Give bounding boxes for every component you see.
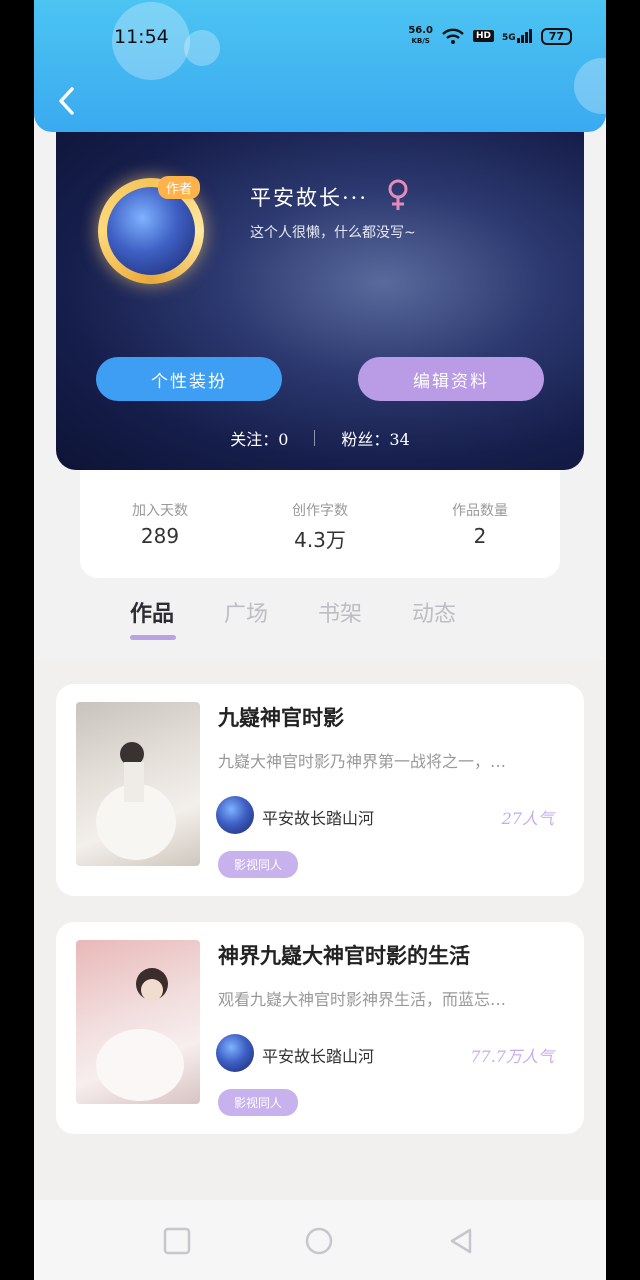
work-description: 九嶷大神官时影乃神界第一战将之一，…	[218, 752, 507, 771]
book-cover	[76, 940, 200, 1104]
work-card[interactable]: 神界九嶷大神官时影的生活 观看九嶷大神官时影神界生活，而蓝忘… 平安故长踏山河 …	[56, 922, 584, 1134]
speed-value: 56.0	[408, 25, 434, 36]
stat-value: 289	[140, 524, 180, 548]
status-icons: 56.0 KB/S HD 5G 77	[408, 26, 572, 46]
decor-bubble	[184, 30, 220, 66]
work-author: 平安故长踏山河	[262, 809, 375, 828]
works-list: 九嶷神官时影 九嶷大神官时影乃神界第一战将之一，… 平安故长踏山河 27人气 影…	[34, 660, 606, 1200]
signal-icon	[516, 29, 532, 43]
stat-join-days: 加入天数 289	[80, 470, 240, 578]
work-title: 九嶷神官时影	[218, 705, 344, 730]
stat-word-count: 创作字数 4.3万	[240, 470, 400, 578]
avatar[interactable]: 作者	[98, 176, 204, 284]
fans-stat[interactable]: 粉丝：34	[341, 426, 409, 450]
home-button[interactable]	[304, 1226, 334, 1256]
work-description: 观看九嶷大神官时影神界生活，而蓝忘…	[218, 990, 507, 1009]
back-button[interactable]	[54, 84, 80, 118]
work-popularity: 27人气	[501, 809, 554, 828]
follow-stats: 关注：0 粉丝：34	[56, 426, 584, 450]
status-time: 11:54	[114, 26, 169, 48]
author-avatar	[216, 796, 254, 834]
stats-card: 加入天数 289 创作字数 4.3万 作品数量 2	[80, 470, 560, 578]
tab-works[interactable]: 作品	[130, 596, 176, 640]
fans-label: 粉丝：	[341, 430, 390, 449]
tab-square[interactable]: 广场	[224, 596, 268, 628]
tab-label: 动态	[412, 602, 457, 627]
personal-dress-button[interactable]: 个性装扮	[96, 357, 282, 401]
tab-label: 书架	[318, 602, 363, 627]
cover-figure-icon	[96, 742, 176, 860]
profile-screen: 11:54 56.0 KB/S HD 5G 77 作者 平安故长··· 这个人很…	[34, 0, 606, 1280]
tab-active-indicator	[130, 635, 176, 640]
battery-icon: 77	[540, 27, 572, 45]
hd-badge: HD	[473, 30, 495, 42]
tab-bar: 作品 广场 书架 动态	[130, 596, 456, 640]
work-genre-tag: 影视同人	[218, 1089, 299, 1116]
speed-unit: KB/S	[411, 37, 430, 45]
stat-value: 2	[473, 524, 487, 548]
work-card[interactable]: 九嶷神官时影 九嶷大神官时影乃神界第一战将之一，… 平安故长踏山河 27人气 影…	[56, 684, 584, 896]
network-speed: 56.0 KB/S	[408, 26, 433, 46]
recent-apps-button[interactable]	[162, 1226, 192, 1256]
fans-count: 34	[389, 430, 410, 449]
work-author: 平安故长踏山河	[262, 1047, 375, 1066]
edit-profile-button[interactable]: 编辑资料	[358, 357, 544, 401]
system-nav-bar	[34, 1200, 606, 1280]
tab-activity[interactable]: 动态	[412, 596, 456, 628]
following-stat[interactable]: 关注：0	[230, 426, 288, 450]
avatar-image	[107, 187, 195, 275]
profile-card: 作者 平安故长··· 这个人很懒，什么都没写~ 个性装扮 编辑资料 关注：0 粉…	[56, 110, 584, 470]
work-genre-tag: 影视同人	[218, 851, 299, 878]
work-title: 神界九嶷大神官时影的生活	[218, 943, 470, 968]
tab-label: 作品	[130, 601, 175, 627]
cover-figure-icon	[96, 968, 184, 1101]
network-type: 5G	[502, 29, 533, 43]
work-popularity: 77.7万人气	[470, 1047, 554, 1066]
divider	[314, 430, 316, 446]
network-label: 5G	[502, 33, 516, 43]
stat-label: 加入天数	[132, 503, 188, 519]
following-count: 0	[278, 430, 289, 449]
stat-value: 4.3万	[294, 528, 346, 552]
tab-bookshelf[interactable]: 书架	[318, 596, 362, 628]
user-bio: 这个人很懒，什么都没写~	[250, 225, 416, 241]
book-cover	[76, 702, 200, 866]
author-badge: 作者	[158, 176, 201, 199]
back-nav-button[interactable]	[446, 1226, 476, 1256]
following-label: 关注：	[230, 430, 279, 449]
header-bar: 11:54 56.0 KB/S HD 5G 77	[34, 0, 606, 132]
username: 平安故长···	[250, 186, 369, 210]
wifi-icon	[442, 28, 464, 44]
female-icon	[388, 179, 408, 210]
stat-label: 创作字数	[292, 503, 348, 519]
tab-label: 广场	[224, 602, 269, 627]
author-avatar	[216, 1034, 254, 1072]
stat-work-count: 作品数量 2	[400, 470, 560, 578]
stat-label: 作品数量	[452, 503, 508, 519]
decor-bubble	[574, 58, 606, 114]
